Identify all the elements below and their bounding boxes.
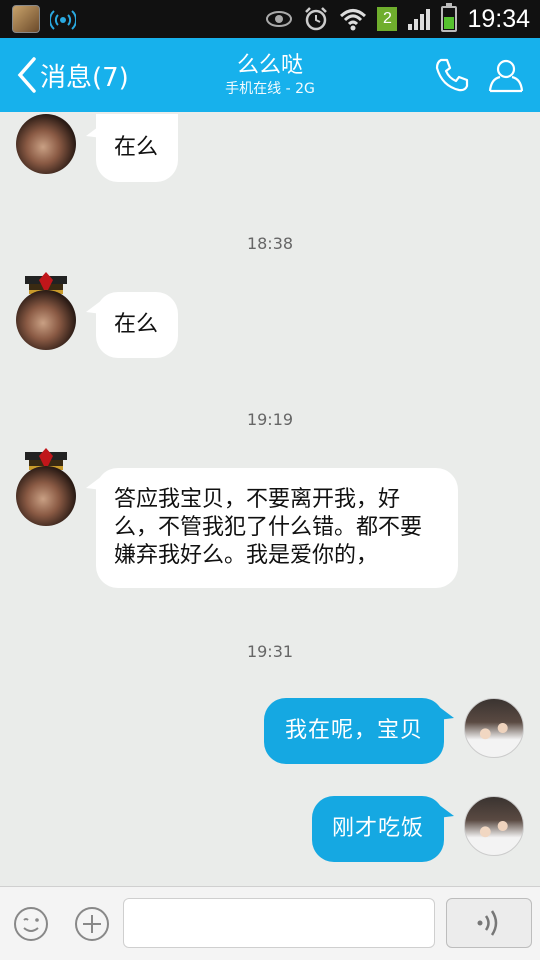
user-avatar[interactable] (464, 796, 524, 856)
chat-header: 消息(7) 么么哒 手机在线 - 2G (0, 38, 540, 112)
wifi-icon (340, 9, 367, 31)
contact-name: 么么哒 (236, 53, 303, 78)
bubble-tail (438, 804, 454, 818)
message-bubble-outgoing[interactable]: 刚才吃饭 (312, 796, 444, 862)
chevron-left-icon (17, 57, 36, 93)
contact-avatar[interactable] (16, 290, 76, 350)
battery-icon (441, 3, 458, 32)
contact-status: 手机在线 - 2G (225, 81, 315, 97)
message-timestamp: 19:19 (246, 410, 294, 429)
message-list[interactable]: 在么 18:38 在么 19:19 答应我宝贝，不要离开我，好 么，不管我犯了什… (0, 112, 540, 886)
contact-avatar[interactable] (16, 114, 76, 174)
message-bubble-incoming[interactable]: 答应我宝贝，不要离开我，好 么，不管我犯了什么错。都不要 嫌弃我好么。我是爱你的… (96, 468, 458, 588)
qq-signal-icon (50, 10, 76, 30)
emoji-icon[interactable] (12, 905, 50, 943)
message-bubble-incoming[interactable]: 在么 (96, 292, 178, 358)
alarm-icon (305, 7, 328, 31)
profile-icon[interactable] (486, 55, 526, 95)
message-input[interactable] (123, 898, 435, 948)
message-text-line: 么，不管我犯了什么错。都不要 (114, 515, 423, 540)
message-timestamp: 18:38 (246, 234, 294, 253)
message-text-line: 答应我宝贝，不要离开我，好 (114, 487, 401, 512)
message-bubble-outgoing[interactable]: 我在呢，宝贝 (264, 698, 444, 764)
user-avatar[interactable] (464, 698, 524, 758)
input-bar (0, 886, 540, 960)
back-label: 消息(7) (40, 62, 129, 93)
message-bubble-incoming[interactable]: 在么 (96, 114, 178, 182)
clock: 19:34 (467, 4, 530, 33)
plus-icon[interactable] (73, 905, 111, 943)
eye-icon (266, 11, 293, 27)
back-button[interactable]: 消息(7) (14, 38, 129, 112)
status-bar: 2 19:34 (0, 0, 540, 38)
bubble-tail (438, 706, 454, 720)
voice-button[interactable] (446, 898, 532, 948)
message-text: 在么 (114, 135, 159, 160)
contact-avatar[interactable] (16, 466, 76, 526)
app-avatar-icon (12, 5, 40, 33)
message-text: 刚才吃饭 (331, 816, 424, 841)
contact-title-block[interactable]: 么么哒 手机在线 - 2G (150, 52, 390, 98)
message-text: 我在呢，宝贝 (284, 718, 423, 743)
message-text-line: 嫌弃我好么。我是爱你的， (114, 543, 379, 568)
message-timestamp: 19:31 (246, 642, 294, 661)
signal-bars-icon (408, 9, 431, 30)
sim-slot-badge: 2 (377, 7, 398, 31)
phone-icon[interactable] (432, 55, 472, 95)
message-text: 在么 (114, 312, 159, 337)
voice-icon (477, 910, 498, 936)
